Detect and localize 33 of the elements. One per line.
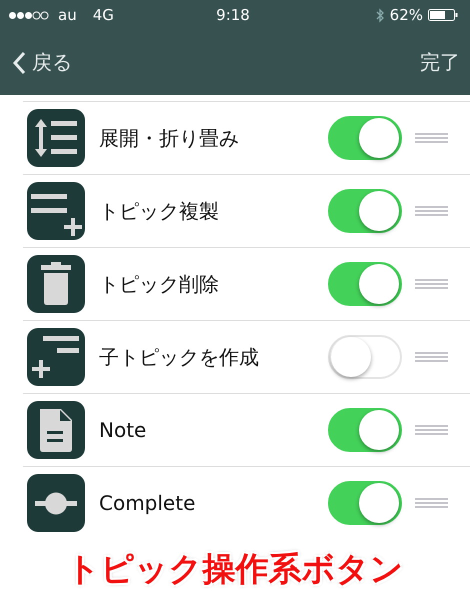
chevron-icon <box>12 50 26 74</box>
lines-plus-icon <box>27 182 85 240</box>
row-label: 展開・折り畳み <box>99 124 240 152</box>
signal-icon <box>8 10 50 20</box>
trash-icon <box>27 255 85 313</box>
row-label: トピック複製 <box>99 198 220 224</box>
expand-collapse-icon <box>27 109 85 167</box>
row-label: 子トピックを作成 <box>99 344 260 370</box>
battery-icon <box>428 9 458 21</box>
row-label: Note <box>99 418 148 442</box>
drag-handle-icon[interactable] <box>415 425 448 435</box>
drag-handle-icon[interactable] <box>415 206 448 216</box>
toggle-switch[interactable] <box>328 262 402 306</box>
clock-time: 9:18 <box>216 6 250 24</box>
back-button[interactable]: 戻る <box>12 45 72 80</box>
toggle-switch[interactable] <box>328 408 402 452</box>
drag-handle-icon[interactable] <box>415 279 448 289</box>
drag-handle-icon[interactable] <box>415 352 448 362</box>
row-label: Complete <box>99 491 196 515</box>
carrier-name: au <box>58 6 77 24</box>
network-type: 4G <box>92 6 114 24</box>
caption-text: トピック操作系ボタン <box>66 548 404 590</box>
row-label: トピック削除 <box>99 270 220 298</box>
bluetooth-icon <box>376 8 385 22</box>
drag-handle-icon[interactable] <box>415 498 448 508</box>
toggle-switch[interactable] <box>328 189 402 233</box>
document-icon <box>27 401 85 459</box>
plus-lines-icon <box>27 328 85 386</box>
battery-percent: 62% <box>390 6 423 24</box>
done-button[interactable]: 完了 <box>420 45 460 80</box>
toggle-switch[interactable] <box>328 481 402 525</box>
drag-handle-icon[interactable] <box>415 133 448 143</box>
toggle-switch[interactable] <box>328 116 402 160</box>
